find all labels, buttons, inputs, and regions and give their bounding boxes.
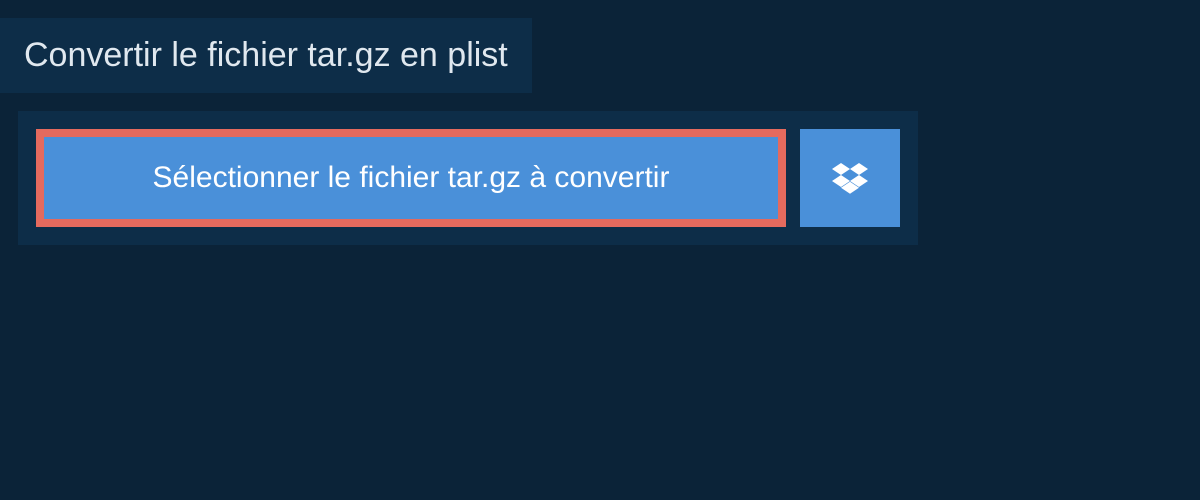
page-title: Convertir le fichier tar.gz en plist — [24, 36, 508, 75]
select-file-button[interactable]: Sélectionner le fichier tar.gz à convert… — [36, 129, 786, 227]
dropbox-button[interactable] — [800, 129, 900, 227]
page-header: Convertir le fichier tar.gz en plist — [0, 18, 532, 93]
dropbox-icon — [832, 160, 868, 196]
file-select-card: Sélectionner le fichier tar.gz à convert… — [18, 111, 918, 245]
select-file-label: Sélectionner le fichier tar.gz à convert… — [153, 161, 670, 195]
